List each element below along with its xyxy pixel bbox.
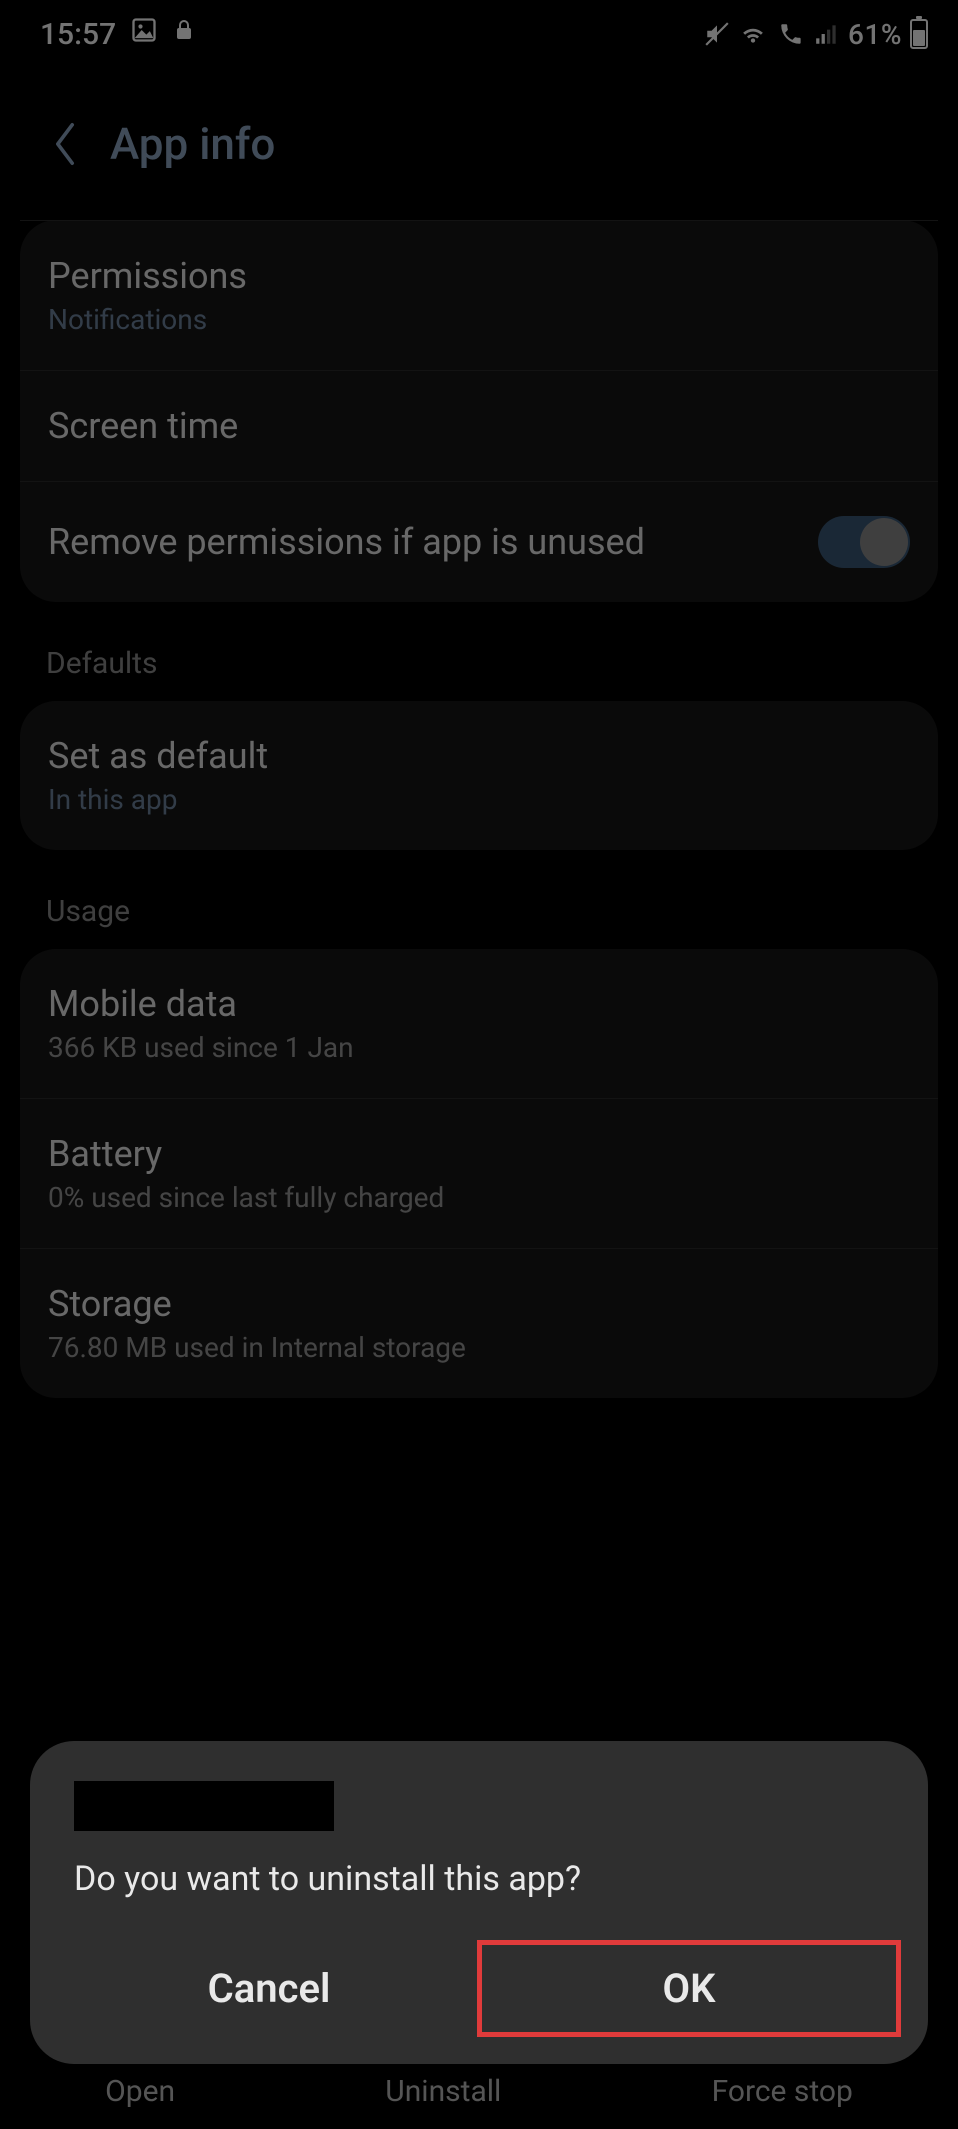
battery-icon — [910, 19, 928, 49]
remove-permissions-label: Remove permissions if app is unused — [48, 521, 645, 563]
usage-section-header: Usage — [0, 860, 958, 939]
remove-permissions-row[interactable]: Remove permissions if app is unused — [20, 481, 938, 602]
defaults-card: Set as default In this app — [20, 701, 938, 850]
battery-sub: 0% used since last fully charged — [48, 1181, 910, 1214]
mobile-data-label: Mobile data — [48, 983, 910, 1025]
battery-percentage: 61% — [848, 18, 902, 51]
storage-sub: 76.80 MB used in Internal storage — [48, 1331, 910, 1364]
status-time: 15:57 — [40, 17, 116, 52]
usage-card: Mobile data 366 KB used since 1 Jan Batt… — [20, 949, 938, 1398]
screen-time-row[interactable]: Screen time — [20, 370, 938, 481]
dialog-message: Do you want to uninstall this app? — [74, 1857, 884, 1901]
storage-row[interactable]: Storage 76.80 MB used in Internal storag… — [20, 1248, 938, 1398]
wifi-icon — [738, 21, 768, 47]
screen-time-label: Screen time — [48, 405, 910, 447]
back-icon[interactable] — [50, 120, 80, 168]
bottom-nav: Open Uninstall Force stop — [0, 2074, 958, 2109]
page-title: App info — [110, 118, 275, 170]
ok-button[interactable]: OK — [480, 1943, 898, 2034]
cancel-button[interactable]: Cancel — [60, 1943, 478, 2034]
mobile-data-row[interactable]: Mobile data 366 KB used since 1 Jan — [20, 949, 938, 1098]
permissions-sub: Notifications — [48, 303, 910, 336]
image-icon — [130, 16, 158, 52]
set-as-default-label: Set as default — [48, 735, 910, 777]
battery-row[interactable]: Battery 0% used since last fully charged — [20, 1098, 938, 1248]
dialog-app-name-redacted — [74, 1781, 334, 1831]
app-settings-card: Permissions Notifications Screen time Re… — [20, 220, 938, 602]
lock-icon — [172, 16, 196, 52]
set-as-default-sub: In this app — [48, 783, 910, 816]
signal-icon — [814, 21, 840, 47]
nav-open-button[interactable]: Open — [105, 2074, 175, 2109]
storage-label: Storage — [48, 1283, 910, 1325]
mute-icon — [704, 21, 730, 47]
mobile-data-sub: 366 KB used since 1 Jan — [48, 1031, 910, 1064]
permissions-row[interactable]: Permissions Notifications — [20, 220, 938, 370]
nav-force-stop-button[interactable]: Force stop — [712, 2074, 853, 2109]
wifi-calling-icon — [776, 21, 806, 47]
set-as-default-row[interactable]: Set as default In this app — [20, 701, 938, 850]
status-bar: 15:57 61% — [0, 0, 958, 68]
page-header: App info — [0, 68, 958, 210]
defaults-section-header: Defaults — [0, 612, 958, 691]
remove-permissions-toggle[interactable] — [818, 516, 910, 568]
permissions-label: Permissions — [48, 255, 910, 297]
battery-label: Battery — [48, 1133, 910, 1175]
uninstall-dialog: Do you want to uninstall this app? Cance… — [30, 1741, 928, 2064]
nav-uninstall-button[interactable]: Uninstall — [385, 2074, 501, 2109]
